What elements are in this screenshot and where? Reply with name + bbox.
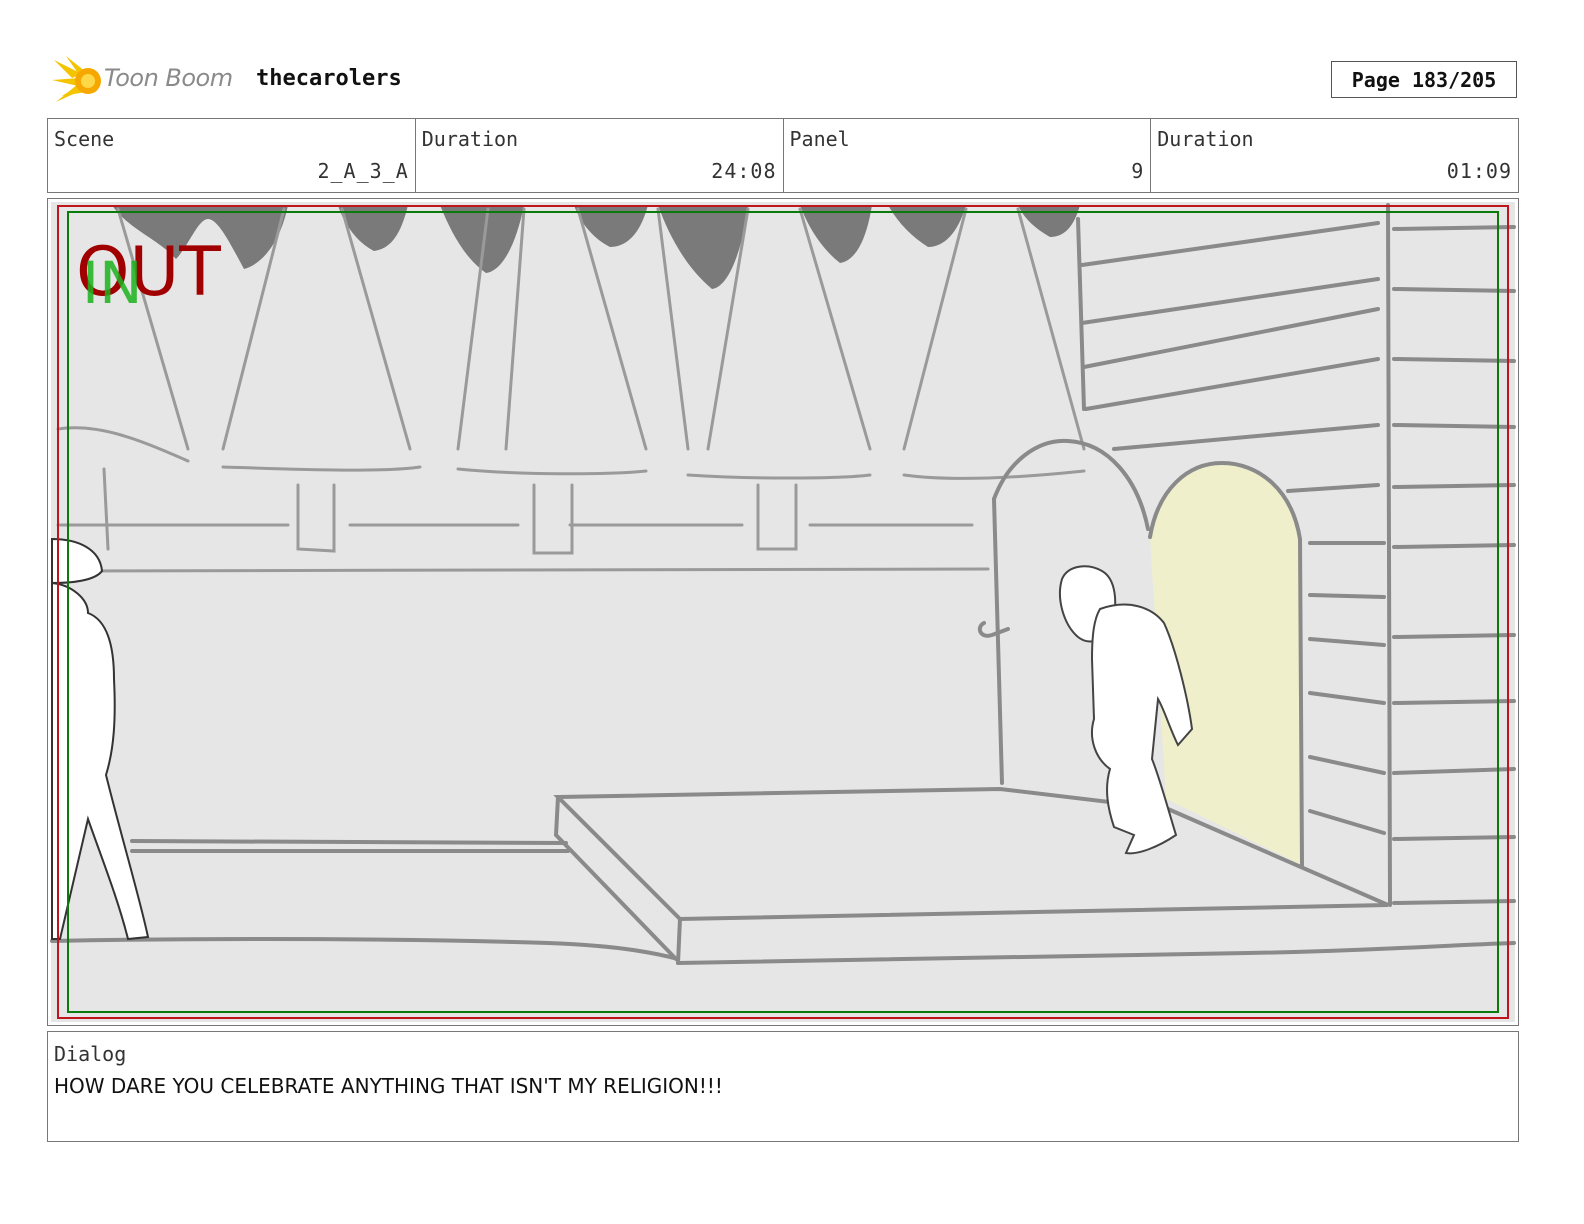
scene-cell: Scene 2_A_3_A xyxy=(48,119,416,192)
scene-value: 2_A_3_A xyxy=(317,159,409,183)
logo-text: Toon Boom xyxy=(104,64,233,92)
project-name: thecarolers xyxy=(256,66,402,91)
dialog-label: Dialog xyxy=(54,1042,127,1066)
page-indicator: Page 183/205 xyxy=(1331,61,1517,98)
dialog-box: Dialog HOW DARE YOU CELEBRATE ANYTHING T… xyxy=(47,1031,1519,1142)
panel-duration-cell: Duration 01:09 xyxy=(1151,119,1518,192)
panel-info-row: Scene 2_A_3_A Duration 24:08 Panel 9 Dur… xyxy=(47,118,1519,193)
storyboard-panel: OUT IN xyxy=(47,198,1519,1026)
dialog-text: HOW DARE YOU CELEBRATE ANYTHING THAT ISN… xyxy=(54,1074,723,1098)
scene-label: Scene xyxy=(54,127,115,151)
scene-duration-cell: Duration 24:08 xyxy=(416,119,784,192)
panel-duration-value: 01:09 xyxy=(1446,159,1512,183)
in-marker-text: IN xyxy=(82,249,143,317)
panel-label: Panel xyxy=(789,127,850,151)
panel-value: 9 xyxy=(1131,159,1145,183)
scene-duration-label: Duration xyxy=(421,127,519,151)
storyboard-drawing: OUT IN xyxy=(50,202,1516,1022)
panel-cell: Panel 9 xyxy=(784,119,1152,192)
panel-duration-label: Duration xyxy=(1157,127,1254,151)
scene-duration-value: 24:08 xyxy=(711,159,777,183)
